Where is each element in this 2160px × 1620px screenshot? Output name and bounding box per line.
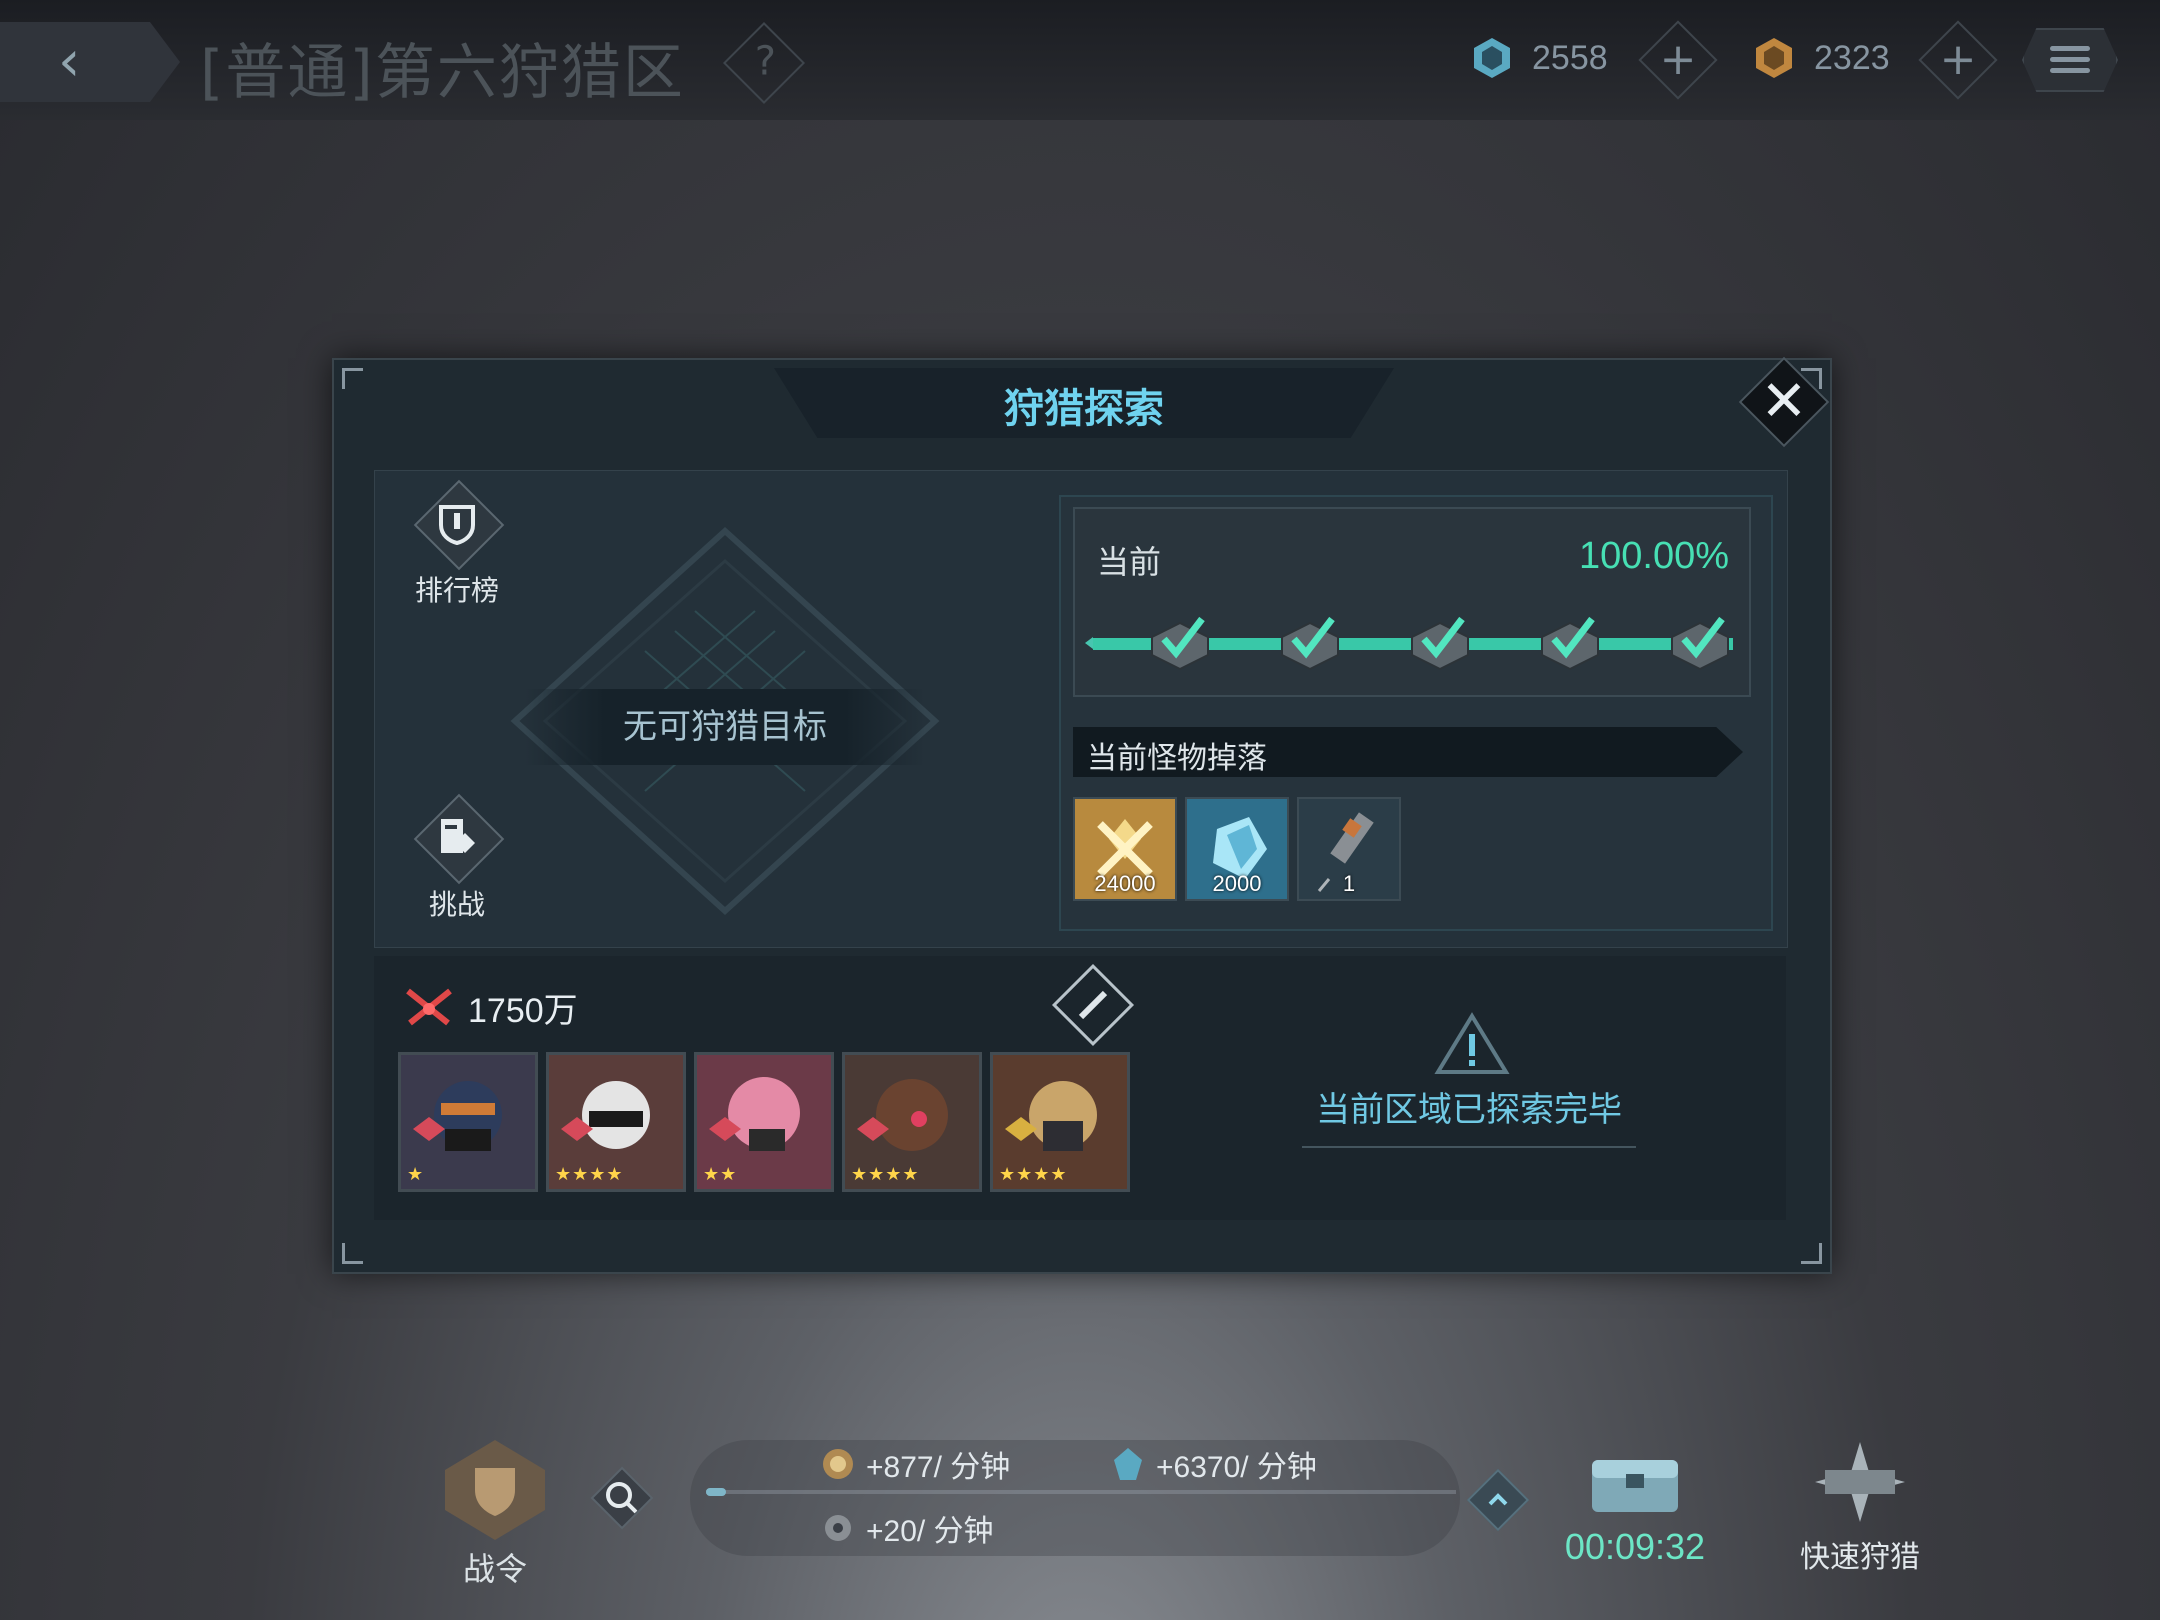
- drop-item-medal[interactable]: 24000: [1073, 797, 1177, 901]
- team-power-value: 1750万: [468, 991, 578, 1030]
- blue-crystal-icon: [1474, 38, 1510, 78]
- quick-hunt-label: 快速狩猎: [1800, 1540, 1920, 1575]
- chevron-up-icon: [1488, 1493, 1508, 1506]
- warning-icon: [1434, 1012, 1510, 1074]
- quick-hunt-icon: [1815, 1442, 1905, 1522]
- income-crystal-value: +6370/ 分钟: [1156, 1451, 1317, 1484]
- edit-team-button[interactable]: [1051, 963, 1135, 1047]
- income-gear: +20/ 分钟: [820, 1506, 994, 1550]
- battle-pass-label: 战令: [462, 1550, 527, 1588]
- zone-title: [普通]第六狩猎区: [200, 38, 685, 108]
- drop-count: 1: [1342, 871, 1356, 896]
- explored-message: 当前区域已探索完毕: [1316, 1090, 1622, 1130]
- progress-checkpoint: [1541, 616, 1599, 671]
- progress-track: [1085, 616, 1733, 671]
- chest-icon: [1592, 1460, 1678, 1512]
- menu-icon-line: [2050, 57, 2090, 62]
- add-gold-button[interactable]: +: [1918, 20, 1998, 100]
- challenge-icon: [441, 819, 475, 853]
- gold-crystal-icon: [1756, 38, 1792, 78]
- chest-timer: 00:09:32: [1564, 1526, 1706, 1567]
- quick-hunt-button[interactable]: 快速狩猎: [1790, 1440, 1930, 1576]
- close-icon: ✕: [1760, 369, 1808, 434]
- gear-icon: [825, 1515, 851, 1541]
- add-blue-button[interactable]: +: [1638, 20, 1718, 100]
- hero-stars: ★★★★: [555, 1164, 624, 1185]
- search-button[interactable]: [590, 1466, 654, 1530]
- bottom-bar: 战令 +877/ 分钟 +6370/ 分钟 +20/ 分钟 00:09:32 快…: [0, 1440, 2160, 1600]
- progress-and-drops: 当前 100.00% 当前怪物掉落 24000 2000 1: [1059, 495, 1773, 931]
- income-crystal: +6370/ 分钟: [1110, 1442, 1317, 1486]
- progress-checkpoint: [1281, 616, 1339, 671]
- corner-decoration: [342, 1243, 363, 1264]
- gold-coin-icon: [823, 1449, 853, 1479]
- menu-button[interactable]: [2022, 28, 2118, 92]
- hero-stars: ★: [407, 1164, 425, 1185]
- hero-stars: ★★: [703, 1164, 738, 1185]
- hero-slot-3[interactable]: ★★: [694, 1052, 834, 1192]
- top-bar: ‹ [普通]第六狩猎区 ? 2558 + 2323 +: [0, 0, 2160, 120]
- hero-slot-1[interactable]: ★: [398, 1052, 538, 1192]
- drops-title: 当前怪物掉落: [1087, 741, 1267, 776]
- income-progress-bar: [706, 1488, 1456, 1496]
- hunt-explore-dialog: 狩猎探索 ✕ 排行榜 挑战 无可狩猎目标 当前 100.00% 当前怪物掉落 2…: [332, 356, 1832, 1274]
- plus-icon: +: [1939, 34, 1977, 85]
- reward-chest-button[interactable]: 00:09:32: [1560, 1440, 1710, 1568]
- team-section: 1750万 ★ ★★★★ ★★ ★★★★ ★★★★ 当前区域已探索完毕: [374, 956, 1786, 1220]
- challenge-icon-frame: [417, 797, 497, 877]
- income-progress-fill: [706, 1488, 726, 1496]
- battle-pass-icon: [445, 1440, 545, 1540]
- ranking-icon-frame: [417, 483, 497, 563]
- challenge-label: 挑战: [428, 888, 485, 921]
- progress-checkpoint: [1411, 616, 1469, 671]
- drops-header: 当前怪物掉落: [1073, 727, 1743, 777]
- income-gear-value: +20/ 分钟: [866, 1515, 994, 1548]
- resource-blue-value: 2558: [1532, 38, 1608, 77]
- help-button[interactable]: ?: [722, 21, 806, 105]
- corner-decoration: [342, 368, 363, 389]
- divider: [1302, 1146, 1636, 1148]
- progress-percent: 100.00%: [1578, 535, 1729, 577]
- resource-gold-value: 2323: [1814, 38, 1890, 77]
- drop-item-syringe[interactable]: 1: [1297, 797, 1401, 901]
- hero-stars: ★★★★: [999, 1164, 1068, 1185]
- resource-gold: 2323: [1752, 28, 1890, 88]
- dialog-title: 狩猎探索: [1004, 386, 1164, 432]
- resource-blue: 2558: [1470, 28, 1608, 88]
- menu-icon: [2050, 46, 2090, 51]
- progress-checkpoint: [1671, 616, 1729, 671]
- progress-checkpoint: [1151, 616, 1209, 671]
- ranking-icon: [439, 505, 475, 545]
- back-arrow-icon: ‹: [58, 29, 81, 94]
- ranking-button[interactable]: 排行榜: [397, 483, 517, 609]
- corner-decoration: [1801, 1243, 1822, 1264]
- help-icon: ?: [754, 38, 777, 85]
- income-panel: +877/ 分钟 +6370/ 分钟 +20/ 分钟: [690, 1440, 1460, 1556]
- crossed-swords-icon: [406, 988, 452, 1026]
- income-gold-value: +877/ 分钟: [866, 1451, 1011, 1484]
- team-power: 1750万: [402, 982, 578, 1032]
- hero-slot-4[interactable]: ★★★★: [842, 1052, 982, 1192]
- no-target-label: 无可狩猎目标: [525, 689, 925, 765]
- hero-stars: ★★★★: [851, 1164, 920, 1185]
- drop-count: 24000: [1094, 871, 1156, 896]
- drop-count: 2000: [1212, 871, 1262, 896]
- hero-slot-2[interactable]: ★★★★: [546, 1052, 686, 1192]
- challenge-button[interactable]: 挑战: [397, 797, 517, 923]
- hunt-target-section: 排行榜 挑战 无可狩猎目标 当前 100.00% 当前怪物掉落 24000 20…: [374, 470, 1788, 948]
- pencil-icon: [1078, 990, 1108, 1020]
- crystal-icon: [1114, 1448, 1142, 1480]
- hero-slot-5[interactable]: ★★★★: [990, 1052, 1130, 1192]
- back-button[interactable]: ‹: [0, 22, 180, 102]
- shield-icon: [475, 1468, 515, 1516]
- exploration-progress: 当前 100.00%: [1073, 507, 1751, 697]
- plus-icon: +: [1659, 34, 1697, 85]
- income-gold: +877/ 分钟: [820, 1442, 1010, 1486]
- ranking-label: 排行榜: [414, 574, 499, 607]
- progress-label: 当前: [1097, 543, 1162, 581]
- upgrade-button[interactable]: [1466, 1468, 1530, 1532]
- drop-item-crystal[interactable]: 2000: [1185, 797, 1289, 901]
- menu-icon-line: [2050, 68, 2090, 73]
- battle-pass-button[interactable]: 战令: [440, 1440, 550, 1590]
